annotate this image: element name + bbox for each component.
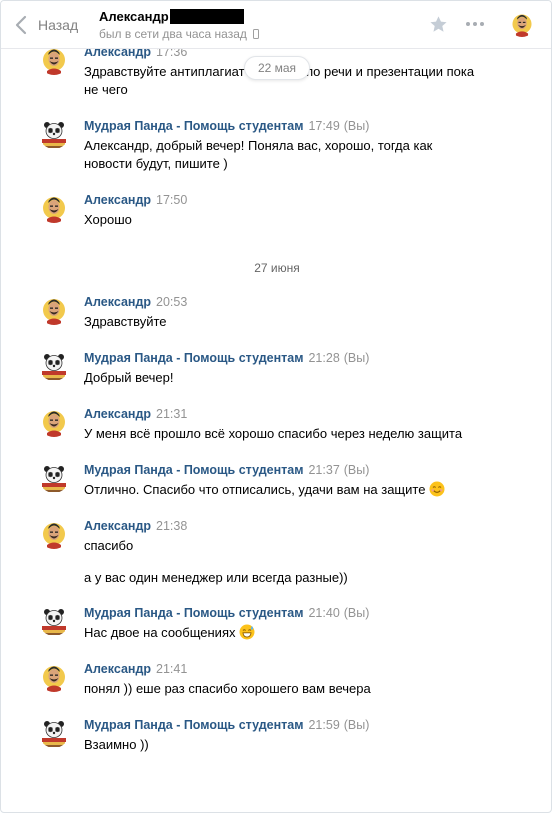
avatar[interactable] xyxy=(39,193,69,223)
avatar[interactable] xyxy=(39,351,69,381)
message-time[interactable]: 21:59 xyxy=(308,718,339,732)
avatar[interactable] xyxy=(39,662,69,692)
you-label: (Вы) xyxy=(343,606,370,620)
man-avatar-icon xyxy=(43,411,65,437)
avatar[interactable] xyxy=(39,407,69,437)
chat-header: Назад Александр был в сети два часа наза… xyxy=(1,1,551,49)
message-time[interactable]: 21:40 xyxy=(308,606,339,620)
message-text: У меня всё прошло всё хорошо спасибо чер… xyxy=(84,426,463,441)
message-time[interactable]: 21:38 xyxy=(156,519,187,533)
you-label: (Вы) xyxy=(343,463,370,477)
man-avatar-icon xyxy=(43,523,65,549)
message-text: Нас двое на сообщениях xyxy=(84,624,484,642)
avatar[interactable] xyxy=(39,606,69,636)
panda-avatar-icon xyxy=(42,466,66,492)
avatar[interactable] xyxy=(39,718,69,748)
message-time[interactable]: 21:31 xyxy=(156,407,187,421)
grin-sweat-emoji-icon xyxy=(239,624,255,640)
avatar[interactable] xyxy=(39,463,69,493)
avatar[interactable] xyxy=(39,45,69,75)
peer-status: был в сети два часа назад xyxy=(99,27,247,41)
man-avatar-icon xyxy=(43,666,65,692)
you-label: (Вы) xyxy=(343,718,370,732)
panda-avatar-icon xyxy=(42,609,66,635)
message-time[interactable]: 17:49 xyxy=(308,119,339,133)
blush-smile-emoji-icon xyxy=(429,481,445,497)
message-text: Добрый вечер! xyxy=(84,370,174,385)
chat-window: Назад Александр был в сети два часа наза… xyxy=(0,0,552,813)
man-avatar-icon xyxy=(43,197,65,223)
message-time[interactable]: 20:53 xyxy=(156,295,187,309)
message-time[interactable]: 21:41 xyxy=(156,662,187,676)
more-options-icon[interactable] xyxy=(466,22,484,26)
message-time[interactable]: 21:28 xyxy=(308,351,339,365)
message-author[interactable]: Мудрая Панда - Помощь студентам xyxy=(84,718,303,732)
message-time[interactable]: 17:50 xyxy=(156,193,187,207)
date-separator: 27 июня xyxy=(254,261,300,275)
message-author[interactable]: Александр xyxy=(84,295,151,309)
back-button[interactable]: Назад xyxy=(15,15,78,35)
floating-date-pill: 22 мая xyxy=(244,56,310,80)
redacted-surname xyxy=(169,9,244,24)
message-author[interactable]: Александр xyxy=(84,407,151,421)
message-author[interactable]: Мудрая Панда - Помощь студентам xyxy=(84,119,303,133)
message-text: а у вас один менеджер или всегда разные)… xyxy=(84,570,348,585)
message-author[interactable]: Александр xyxy=(84,662,151,676)
you-label: (Вы) xyxy=(343,351,370,365)
panda-avatar-icon xyxy=(42,122,66,148)
panda-avatar-icon xyxy=(42,721,66,747)
message-author[interactable]: Александр xyxy=(84,193,151,207)
chevron-left-icon xyxy=(15,15,27,35)
message-text: понял )) еше раз спасибо хорошего вам ве… xyxy=(84,681,371,696)
man-avatar-icon xyxy=(509,11,535,37)
message-text: Хорошо xyxy=(84,212,132,227)
you-label: (Вы) xyxy=(343,119,370,133)
peer-name: Александр xyxy=(99,9,169,24)
message-author[interactable]: Мудрая Панда - Помощь студентам xyxy=(84,351,303,365)
message-text: Отлично. Спасибо что отписались, удачи в… xyxy=(84,481,484,499)
avatar[interactable] xyxy=(39,119,69,149)
avatar[interactable] xyxy=(39,519,69,549)
mobile-icon xyxy=(252,29,259,39)
avatar[interactable] xyxy=(39,295,69,325)
message-text: Взаимно )) xyxy=(84,737,149,752)
message-text: Здравствуйте xyxy=(84,314,167,329)
message-text: Александр, добрый вечер! Поняла вас, хор… xyxy=(84,138,433,171)
peer-avatar[interactable] xyxy=(509,11,535,37)
message-author[interactable]: Мудрая Панда - Помощь студентам xyxy=(84,606,303,620)
panda-avatar-icon xyxy=(42,354,66,380)
star-icon[interactable] xyxy=(429,15,448,34)
message-text: спасибо xyxy=(84,538,134,553)
back-label: Назад xyxy=(38,17,79,33)
message-author[interactable]: Александр xyxy=(84,519,151,533)
message-author[interactable]: Мудрая Панда - Помощь студентам xyxy=(84,463,303,477)
peer-info[interactable]: Александр был в сети два часа назад xyxy=(99,9,259,41)
man-avatar-icon xyxy=(43,49,65,75)
message-time[interactable]: 21:37 xyxy=(308,463,339,477)
man-avatar-icon xyxy=(43,299,65,325)
